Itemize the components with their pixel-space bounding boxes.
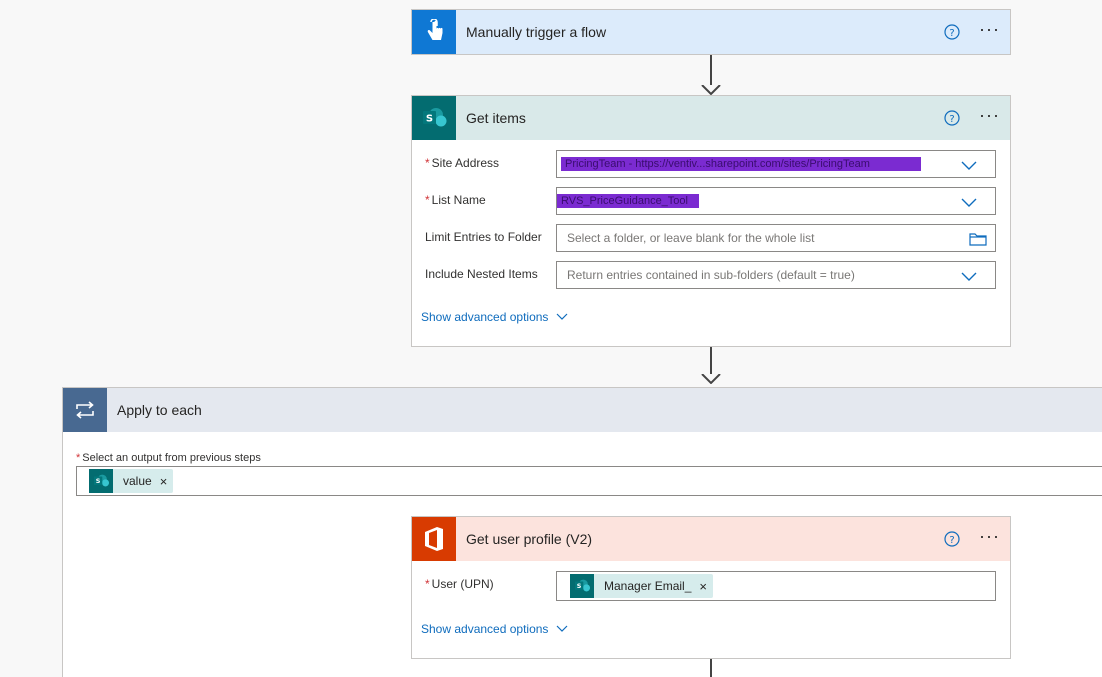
connector-arrow	[701, 347, 721, 384]
sharepoint-icon: S	[89, 469, 113, 493]
select-output-label: Select an output from previous steps	[82, 452, 261, 464]
more-icon[interactable]: ···	[979, 20, 1000, 44]
close-icon[interactable]: ×	[699, 579, 707, 594]
get-user-profile-header[interactable]: Get user profile (V2) ? ···	[412, 517, 1010, 561]
apply-to-each-title: Apply to each	[117, 402, 202, 418]
nested-items-row: Include Nested Items Return entries cont…	[425, 261, 996, 289]
get-items-header[interactable]: S Get items ? ···	[412, 96, 1010, 140]
help-icon[interactable]: ?	[943, 109, 961, 127]
more-icon[interactable]: ···	[979, 527, 1000, 551]
user-upn-input[interactable]: S Manager Email_ ×	[556, 571, 996, 601]
manager-email-token-text: Manager Email_	[604, 579, 692, 593]
nested-items-placeholder: Return entries contained in sub-folders …	[567, 268, 855, 282]
chevron-down-icon	[557, 313, 568, 320]
folder-icon[interactable]	[969, 232, 987, 251]
value-token[interactable]: S value ×	[89, 469, 174, 493]
svg-text:S: S	[577, 582, 582, 590]
sharepoint-icon: S	[570, 574, 594, 598]
get-items-card[interactable]: S Get items ? ··· * Site Address PricingT…	[411, 95, 1011, 347]
trigger-title: Manually trigger a flow	[466, 24, 607, 40]
nested-items-dropdown[interactable]: Return entries contained in sub-folders …	[556, 261, 996, 289]
site-address-row: * Site Address PricingTeam - https://vent…	[425, 150, 996, 178]
help-icon[interactable]: ?	[943, 23, 961, 41]
chevron-down-icon[interactable]	[961, 269, 977, 287]
sharepoint-icon: S	[412, 96, 456, 140]
list-name-dropdown[interactable]: RVS_PriceGuidance_Tool	[556, 187, 996, 215]
get-user-profile-card[interactable]: Get user profile (V2) ? ··· * User (UPN) …	[411, 516, 1011, 659]
apply-to-each-header[interactable]: Apply to each	[63, 388, 1102, 432]
value-token-text: value	[123, 474, 152, 488]
user-upn-row: * User (UPN) S Manager Email_ ×	[425, 571, 996, 601]
connector-line	[710, 659, 712, 677]
select-output-input[interactable]: S value ×	[76, 466, 1102, 496]
loop-icon	[63, 388, 107, 432]
limit-folder-input[interactable]: Select a folder, or leave blank for the …	[556, 224, 996, 252]
manager-email-token[interactable]: S Manager Email_ ×	[570, 574, 713, 598]
show-advanced-options-link[interactable]: Show advanced options	[421, 622, 568, 636]
limit-folder-label: Limit Entries to Folder	[425, 230, 542, 244]
svg-text:?: ?	[949, 28, 954, 39]
chevron-down-icon	[557, 625, 568, 632]
connector-arrow	[701, 55, 721, 95]
show-advanced-options-link[interactable]: Show advanced options	[421, 310, 568, 324]
site-address-value: PricingTeam - https://ventiv...sharepoin…	[561, 157, 921, 171]
trigger-header[interactable]: Manually trigger a flow ? ···	[412, 10, 1010, 54]
trigger-card[interactable]: Manually trigger a flow ? ···	[411, 9, 1011, 55]
nested-items-label: Include Nested Items	[425, 267, 538, 281]
office-icon	[412, 517, 456, 561]
touch-icon	[412, 10, 456, 54]
user-upn-label: User (UPN)	[431, 577, 494, 591]
svg-text:S: S	[426, 114, 433, 125]
svg-text:S: S	[96, 477, 101, 485]
show-advanced-label: Show advanced options	[421, 310, 549, 324]
get-user-profile-title: Get user profile (V2)	[466, 531, 593, 547]
more-icon[interactable]: ···	[979, 106, 1000, 130]
svg-text:?: ?	[949, 114, 954, 125]
list-name-value: RVS_PriceGuidance_Tool	[557, 194, 699, 208]
list-name-row: * List Name RVS_PriceGuidance_Tool	[425, 187, 996, 215]
svg-text:?: ?	[949, 535, 954, 546]
list-name-label: List Name	[431, 193, 486, 207]
site-address-dropdown[interactable]: PricingTeam - https://ventiv...sharepoin…	[556, 150, 996, 178]
limit-folder-row: Limit Entries to Folder Select a folder,…	[425, 224, 996, 252]
limit-folder-placeholder: Select a folder, or leave blank for the …	[567, 231, 815, 245]
help-icon[interactable]: ?	[943, 530, 961, 548]
chevron-down-icon[interactable]	[961, 195, 977, 213]
site-address-label: Site Address	[431, 156, 500, 170]
chevron-down-icon[interactable]	[961, 158, 977, 176]
close-icon[interactable]: ×	[160, 474, 168, 489]
show-advanced-label: Show advanced options	[421, 622, 549, 636]
get-items-title: Get items	[466, 110, 526, 126]
